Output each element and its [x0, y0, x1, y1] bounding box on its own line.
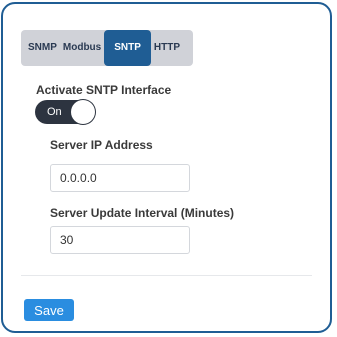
server-ip-label: Server IP Address — [50, 138, 153, 152]
save-button[interactable]: Save — [24, 299, 74, 321]
server-ip-input[interactable] — [50, 164, 190, 192]
tab-snmp[interactable]: SNMP — [21, 30, 60, 66]
sntp-settings-panel: SNMP Modbus SNTP HTTP Activate SNTP Inte… — [1, 2, 332, 333]
activate-sntp-toggle[interactable]: On — [35, 100, 95, 124]
protocol-tab-bar: SNMP Modbus SNTP HTTP — [21, 30, 193, 66]
update-interval-label: Server Update Interval (Minutes) — [50, 206, 235, 220]
toggle-knob — [71, 100, 95, 124]
form-divider — [21, 275, 312, 276]
activate-sntp-label: Activate SNTP Interface — [36, 83, 172, 97]
tab-sntp[interactable]: SNTP — [104, 30, 151, 66]
tab-modbus[interactable]: Modbus — [60, 30, 104, 66]
toggle-state-label: On — [47, 106, 62, 118]
tab-http[interactable]: HTTP — [151, 30, 183, 66]
update-interval-input[interactable] — [50, 226, 190, 254]
